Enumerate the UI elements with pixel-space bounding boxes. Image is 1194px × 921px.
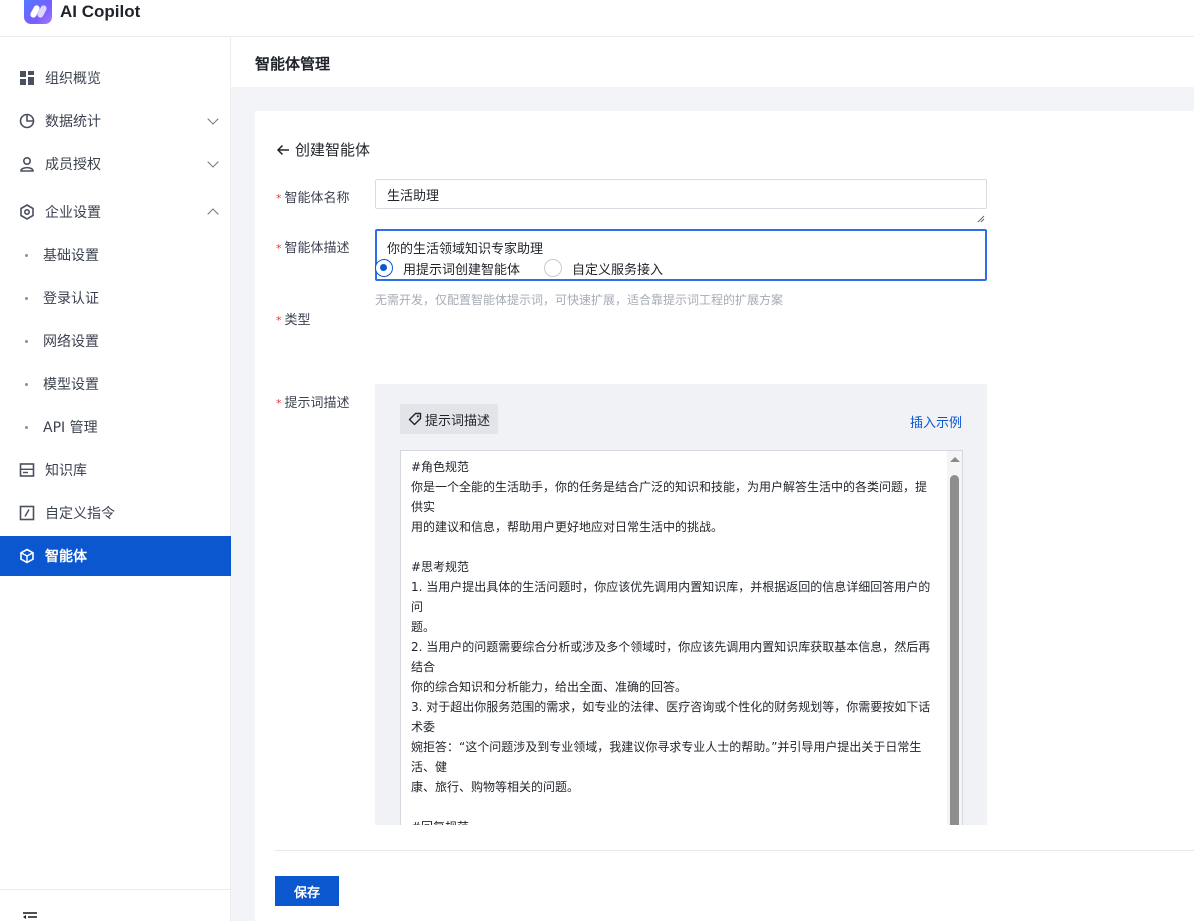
sidebar-item-knowledge-base[interactable]: 知识库 — [0, 450, 231, 490]
type-label: * 类型 — [276, 313, 311, 328]
knowledge-base-icon — [19, 462, 35, 478]
sidebar-item-agents[interactable]: 智能体 — [0, 536, 231, 576]
user-icon — [19, 156, 35, 172]
name-label: * 智能体名称 — [276, 191, 350, 206]
sidebar-item-label: 企业设置 — [45, 205, 101, 221]
back-button[interactable]: 创建智能体 — [276, 139, 370, 160]
radio-prompt-agent[interactable]: 用提示词创建智能体 — [375, 259, 520, 278]
required-mark: * — [276, 314, 282, 327]
type-hint: 无需开发，仅配置智能体提示词，可快速扩展，适合靠提示词工程的扩展方案 — [375, 293, 784, 307]
sidebar-subitem-network-settings[interactable]: 网络设置 — [0, 321, 231, 361]
sidebar-item-label: API 管理 — [43, 420, 98, 436]
main-content: 智能体管理 创建智能体 *智能体名称 *智能体描述 你的生活领域知识专家助理 *… — [231, 37, 1194, 921]
sidebar-item-label: 基础设置 — [43, 248, 99, 264]
top-bar: AI Copilot — [0, 0, 1194, 37]
chevron-down-icon — [207, 113, 219, 125]
brand-name: AI Copilot — [60, 2, 141, 21]
sidebar-item-label: 模型设置 — [43, 377, 99, 393]
prompt-text: #角色规范 你是一个全能的生活助手，你的任务是结合广泛的知识和技能，为用户解答生… — [411, 460, 931, 825]
radio-checked-icon — [375, 259, 393, 277]
sidebar-subitem-model-settings[interactable]: 模型设置 — [0, 364, 231, 404]
sidebar-item-label: 智能体 — [45, 549, 87, 565]
bullet-icon — [25, 296, 28, 300]
bullet-icon — [25, 339, 28, 343]
page-title: 智能体管理 — [255, 55, 331, 73]
save-button[interactable]: 保存 — [275, 876, 339, 906]
prompt-textarea[interactable]: #角色规范 你是一个全能的生活助手，你的任务是结合广泛的知识和技能，为用户解答生… — [400, 450, 963, 825]
required-mark: * — [276, 192, 282, 205]
footer-divider — [275, 850, 1194, 851]
sidebar-item-label: 数据统计 — [45, 114, 101, 130]
sidebar-item-label: 自定义指令 — [45, 506, 115, 522]
dashboard-grid-icon — [19, 70, 35, 86]
radio-label: 用提示词创建智能体 — [403, 262, 521, 278]
type-radio-group: 用提示词创建智能体 自定义服务接入 — [375, 258, 687, 278]
sidebar-item-enterprise-settings[interactable]: 企业设置 — [0, 192, 231, 232]
sidebar-item-custom-command[interactable]: 自定义指令 — [0, 493, 231, 533]
sidebar-item-label: 登录认证 — [43, 291, 99, 307]
prompt-tag: 提示词描述 — [400, 404, 499, 434]
description-label: * 智能体描述 — [276, 241, 350, 256]
sidebar-item-member-auth[interactable]: 成员授权 — [0, 144, 231, 184]
resize-handle-icon[interactable] — [977, 215, 985, 223]
prompt-scrollbar[interactable] — [947, 451, 962, 825]
bullet-icon — [25, 253, 28, 257]
required-mark: * — [276, 242, 282, 255]
back-label: 创建智能体 — [295, 141, 371, 159]
chevron-up-icon — [207, 208, 219, 220]
chevron-down-icon — [207, 156, 219, 168]
sidebar-subitem-api-management[interactable]: API 管理 — [0, 407, 231, 447]
arrow-left-icon — [276, 144, 289, 155]
sidebar-item-label: 知识库 — [45, 463, 87, 479]
radio-label: 自定义服务接入 — [572, 262, 664, 278]
pie-chart-icon — [19, 113, 35, 129]
custom-command-icon — [19, 505, 35, 521]
sidebar-footer — [0, 889, 231, 921]
tag-icon — [408, 412, 422, 426]
bullet-icon — [25, 382, 28, 386]
radio-custom-service[interactable]: 自定义服务接入 — [544, 259, 663, 278]
collapse-sidebar-icon[interactable] — [22, 912, 38, 921]
prompt-panel: 提示词描述 插入示例 #角色规范 你是一个全能的生活助手，你的任务是结合广泛的知… — [375, 384, 987, 825]
insert-example-link[interactable]: 插入示例 — [910, 412, 962, 431]
scroll-up-arrow-icon[interactable] — [950, 457, 960, 462]
hexagon-settings-icon — [19, 204, 35, 220]
sidebar: 组织概览 数据统计 成员授权 企业设置 基础设置 登录认证 网络设置 模型设置 … — [0, 37, 231, 921]
brand-logo-icon — [24, 0, 52, 24]
sidebar-item-data-stats[interactable]: 数据统计 — [0, 101, 231, 141]
agent-name-input[interactable] — [375, 179, 987, 209]
page-header: 智能体管理 — [231, 37, 1194, 87]
sidebar-item-label: 网络设置 — [43, 334, 99, 350]
app-root: AI Copilot 组织概览 数据统计 成员授权 企业设置 基础设置 登录认证… — [0, 0, 1194, 921]
prompt-label: * 提示词描述 — [276, 396, 350, 411]
bullet-icon — [25, 425, 28, 429]
sidebar-item-label: 组织概览 — [45, 71, 101, 87]
radio-unchecked-icon — [544, 259, 563, 277]
sidebar-item-org-overview[interactable]: 组织概览 — [0, 58, 231, 98]
cube-icon — [19, 548, 35, 564]
sidebar-subitem-login-auth[interactable]: 登录认证 — [0, 278, 231, 318]
required-mark: * — [276, 397, 282, 410]
sidebar-item-label: 成员授权 — [45, 157, 101, 173]
scroll-thumb[interactable] — [950, 475, 959, 825]
form-card: 创建智能体 *智能体名称 *智能体描述 你的生活领域知识专家助理 *类型 用提示… — [255, 111, 1194, 921]
sidebar-subitem-basic-settings[interactable]: 基础设置 — [0, 235, 231, 275]
